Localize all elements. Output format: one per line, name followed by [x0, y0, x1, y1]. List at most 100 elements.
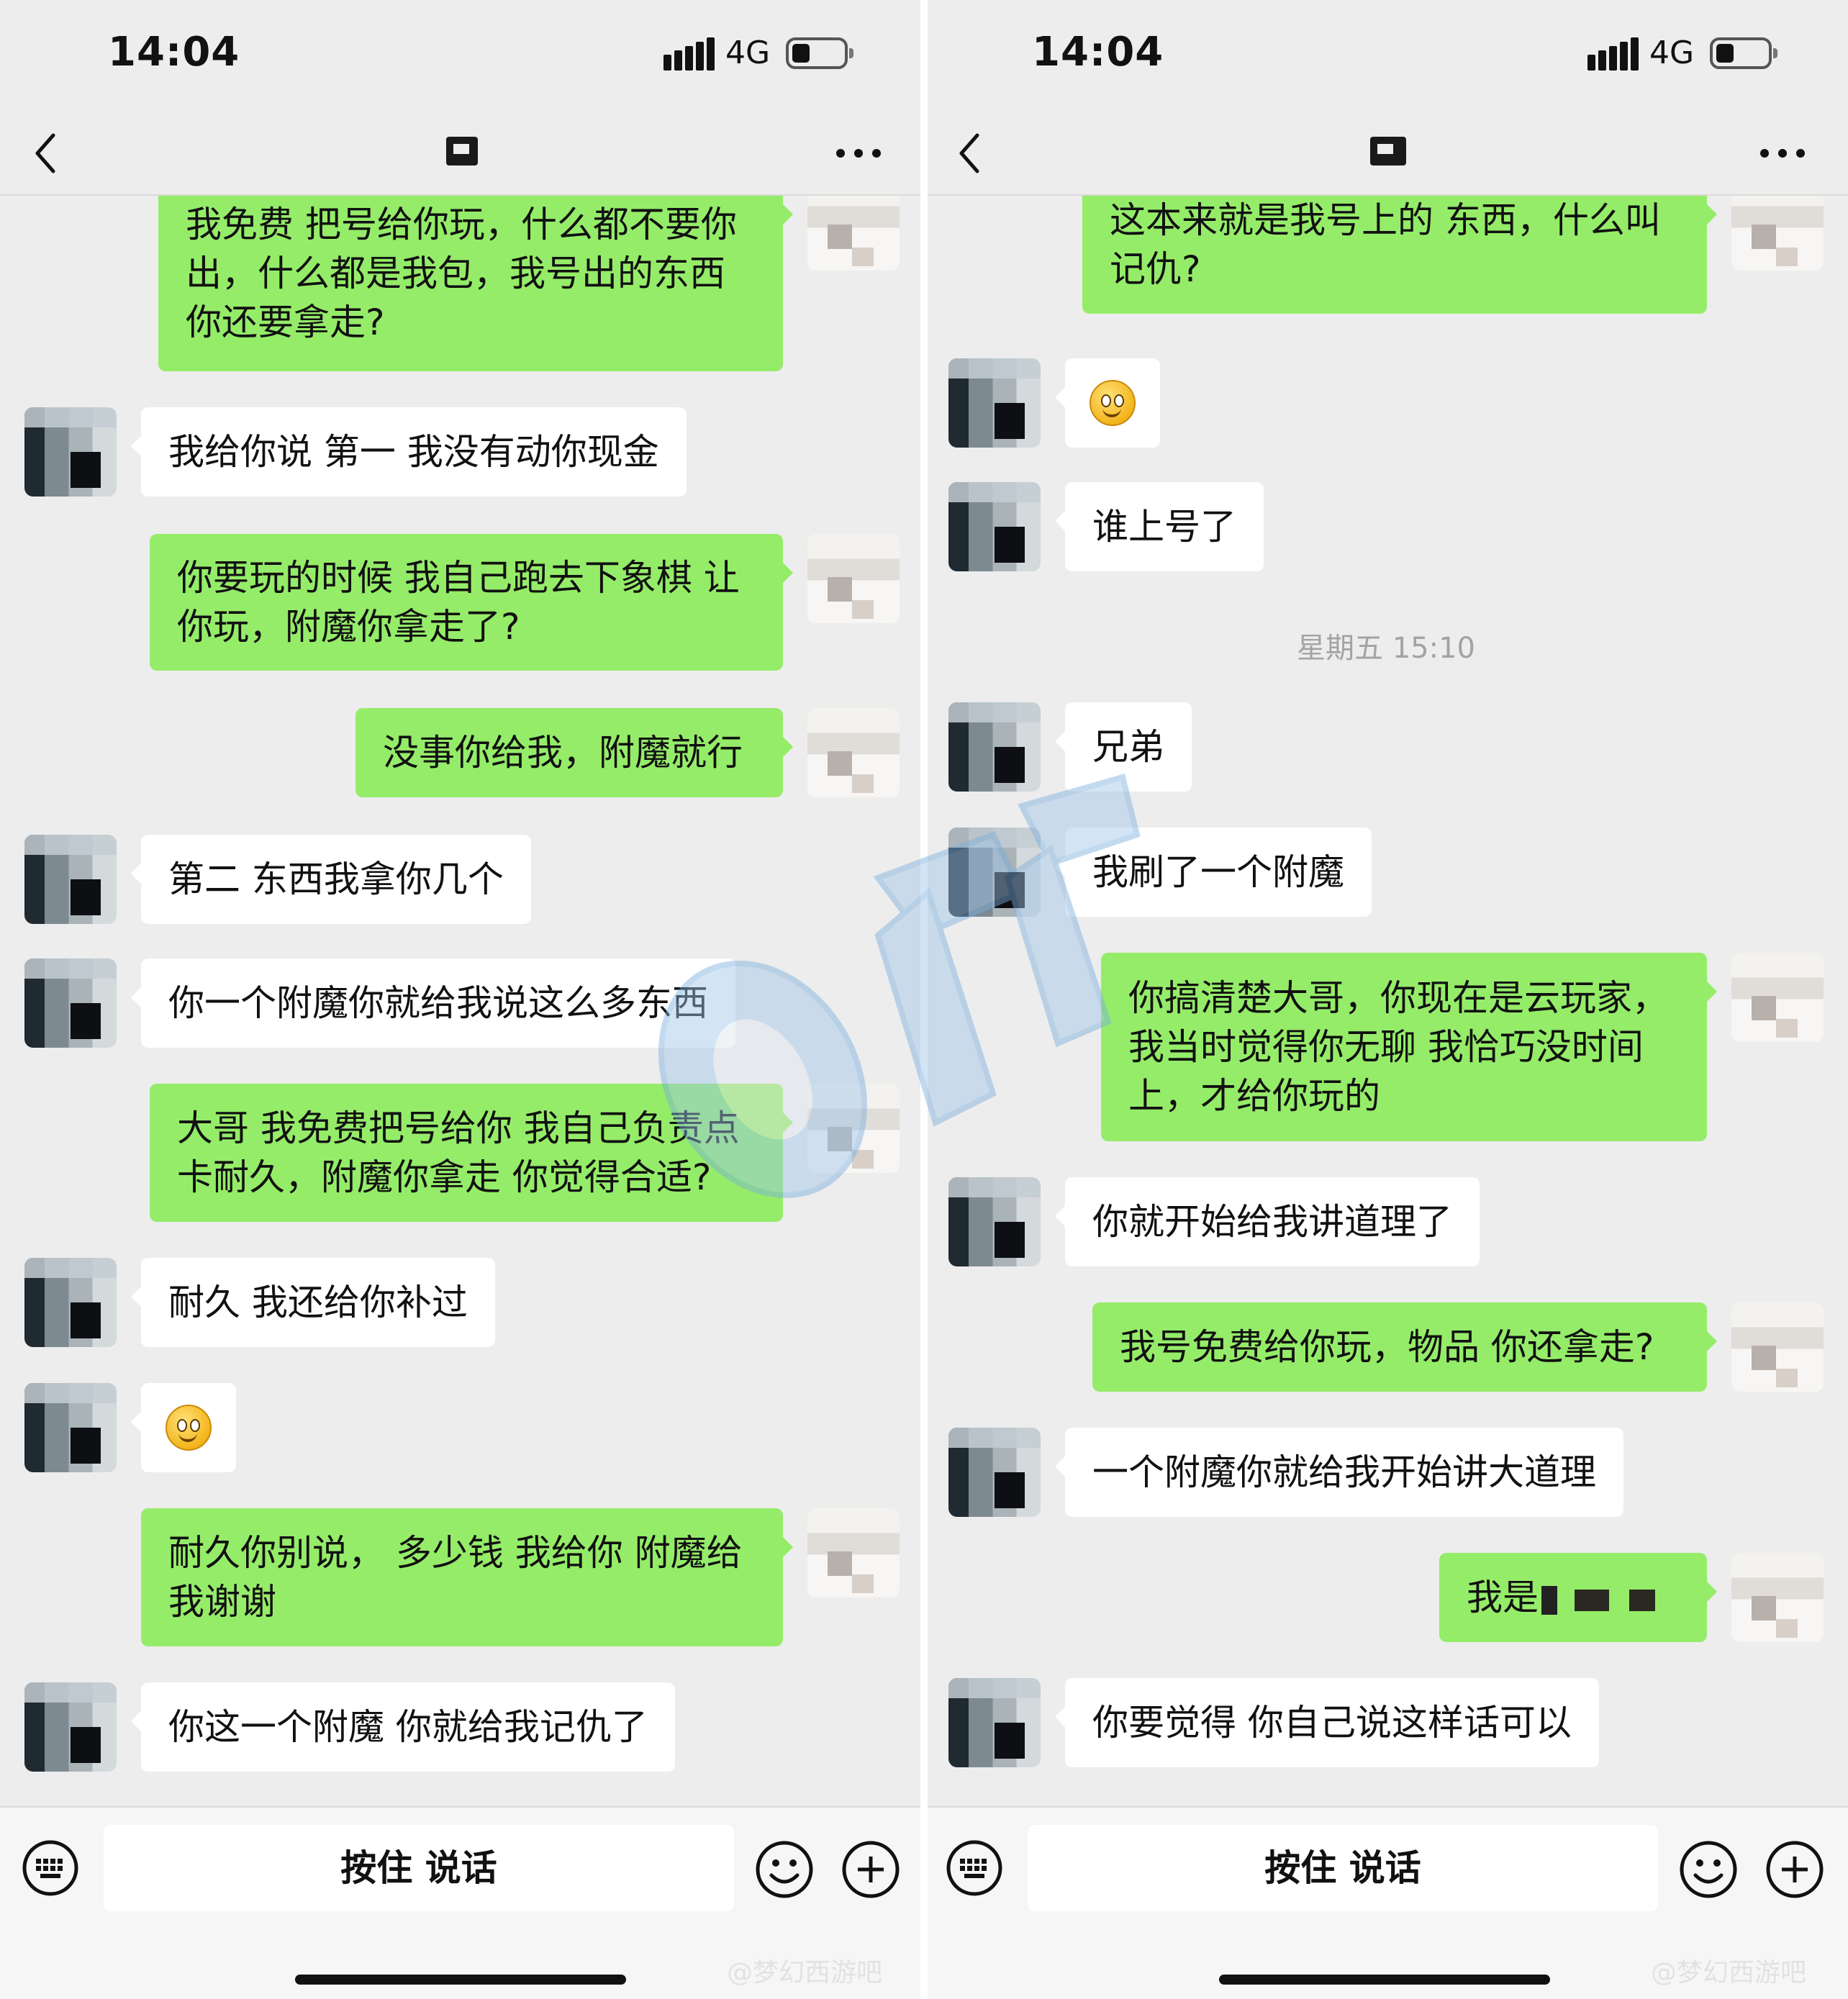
home-indicator [295, 1975, 626, 1985]
avatar-contact[interactable] [24, 835, 117, 924]
avatar-self[interactable] [1731, 1302, 1824, 1392]
message-bubble-received[interactable]: 你就开始给我讲道理了 [1055, 1177, 1480, 1266]
redacted-name-block [1575, 1589, 1609, 1611]
message-bubble-sent[interactable]: 没事你给我，附魔就行 [355, 708, 793, 797]
smiley-emoji [166, 1405, 212, 1451]
chat-title-redacted [446, 137, 478, 166]
nav-bar [0, 115, 924, 196]
weibo-watermark: @梦幻西游吧 [1651, 1958, 1807, 1987]
avatar-contact[interactable] [948, 482, 1041, 571]
avatar-self[interactable] [807, 1084, 900, 1173]
avatar-self[interactable] [807, 1508, 900, 1597]
message-text: 你要觉得 你自己说这样话可以 [1092, 1702, 1572, 1744]
avatar-contact[interactable] [24, 1383, 117, 1472]
battery-icon [1710, 37, 1777, 69]
message-bubble-received[interactable]: 你这一个附魔 你就给我记仇了 [131, 1682, 675, 1772]
avatar-self[interactable] [1731, 953, 1824, 1042]
plus-icon[interactable] [1765, 1839, 1825, 1900]
message-timestamp: 星期五 15:10 [1297, 632, 1475, 665]
message-text: 这本来就是我号上的 东西，什么叫记仇? [1110, 199, 1661, 290]
message-bubble-received[interactable] [131, 1383, 236, 1472]
emoji-icon[interactable] [754, 1839, 815, 1900]
message-bubble-received[interactable]: 兄弟 [1055, 702, 1192, 792]
avatar-contact[interactable] [948, 828, 1041, 917]
signal-icon [663, 37, 715, 71]
message-bubble-received[interactable] [1055, 358, 1160, 448]
redacted-name-block [1541, 1585, 1557, 1615]
message-bubble-received[interactable]: 你要觉得 你自己说这样话可以 [1055, 1678, 1599, 1767]
status-time: 14:04 [1032, 29, 1164, 76]
message-bubble-sent[interactable]: 我免费 把号给你玩，什么都不要你出，什么都是我包，我号出的东西你还要拿走? [158, 196, 793, 371]
message-text: 第二 东西我拿你几个 [168, 858, 504, 900]
message-text: 耐久 我还给你补过 [168, 1282, 468, 1323]
message-bubble-sent[interactable]: 大哥 我免费把号给你 我自己负责点卡耐久，附魔你拿走 你觉得合适? [150, 1084, 793, 1222]
message-bubble-received[interactable]: 一个附魔你就给我开始讲大道理 [1055, 1428, 1623, 1517]
hold-to-talk-button[interactable]: 按住 说话 [104, 1825, 734, 1911]
message-list[interactable]: 我免费 把号给你玩，什么都不要你出，什么都是我包，我号出的东西你还要拿走? 我给… [0, 196, 924, 1808]
more-dots-icon[interactable] [1757, 135, 1808, 171]
avatar-contact[interactable] [948, 1428, 1041, 1517]
message-bubble-sent[interactable]: 你要玩的时候 我自己跑去下象棋 让你玩，附魔你拿走了? [150, 534, 793, 671]
chat-screen-left: 14:04 4G 我免费 把号给你玩，什么都不要你出，什么都是我包，我号出的东西… [0, 0, 924, 1999]
message-text: 没事你给我，附魔就行 [383, 732, 743, 774]
message-bubble-received[interactable]: 我刷了一个附魔 [1055, 828, 1372, 917]
avatar-contact[interactable] [948, 358, 1041, 448]
message-text: 大哥 我免费把号给你 我自己负责点卡耐久，附魔你拿走 你觉得合适? [177, 1107, 740, 1198]
message-text: 我免费 把号给你玩，什么都不要你出，什么都是我包，我号出的东西你还要拿走? [186, 204, 737, 343]
avatar-contact[interactable] [24, 1258, 117, 1347]
avatar-contact[interactable] [948, 1678, 1041, 1767]
keyboard-icon[interactable] [22, 1839, 79, 1897]
message-text: 你这一个附魔 你就给我记仇了 [168, 1706, 648, 1748]
message-bubble-received[interactable]: 第二 东西我拿你几个 [131, 835, 531, 924]
message-text: 一个附魔你就给我开始讲大道理 [1092, 1451, 1596, 1493]
network-type: 4G [1649, 35, 1695, 71]
message-text: 你要玩的时候 我自己跑去下象棋 让你玩，附魔你拿走了? [177, 557, 740, 648]
message-text: 我给你说 第一 我没有动你现金 [168, 431, 659, 473]
message-text: 你搞清楚大哥，你现在是云玩家，我当时觉得你无聊 我恰巧没时间上，才给你玩的 [1128, 977, 1668, 1117]
status-time: 14:04 [108, 29, 240, 76]
battery-icon [786, 37, 853, 69]
message-bubble-received[interactable]: 耐久 我还给你补过 [131, 1258, 495, 1347]
emoji-icon[interactable] [1678, 1839, 1739, 1900]
signal-icon [1587, 37, 1639, 71]
back-chevron-icon[interactable] [32, 128, 60, 178]
nav-bar [924, 115, 1848, 196]
avatar-contact[interactable] [24, 1682, 117, 1772]
avatar-self[interactable] [1731, 196, 1824, 271]
message-text: 我号免费给你玩，物品 你还拿走? [1120, 1326, 1654, 1368]
avatar-contact[interactable] [948, 1177, 1041, 1266]
message-bubble-sent[interactable]: 你搞清楚大哥，你现在是云玩家，我当时觉得你无聊 我恰巧没时间上，才给你玩的 [1101, 953, 1717, 1141]
avatar-self[interactable] [807, 708, 900, 797]
plus-icon[interactable] [841, 1839, 901, 1900]
message-text: 你就开始给我讲道理了 [1092, 1201, 1452, 1243]
message-bubble-sent[interactable]: 这本来就是我号上的 东西，什么叫记仇? [1082, 196, 1717, 314]
avatar-contact[interactable] [948, 702, 1041, 792]
more-dots-icon[interactable] [833, 135, 884, 171]
avatar-self[interactable] [807, 196, 900, 271]
message-text: 你一个附魔你就给我说这么多东西 [168, 982, 708, 1024]
message-bubble-received[interactable]: 谁上号了 [1055, 482, 1264, 571]
message-text: 我刷了一个附魔 [1092, 851, 1344, 893]
avatar-self[interactable] [807, 534, 900, 623]
keyboard-icon[interactable] [946, 1839, 1003, 1897]
message-text: 我是 [1467, 1577, 1539, 1618]
back-chevron-icon[interactable] [956, 128, 984, 178]
message-bubble-received[interactable]: 我给你说 第一 我没有动你现金 [131, 407, 687, 497]
message-text: 兄弟 [1092, 726, 1164, 768]
message-bubble-sent[interactable]: 我是 [1439, 1553, 1717, 1642]
message-bubble-received[interactable]: 你一个附魔你就给我说这么多东西 [131, 958, 735, 1048]
message-bubble-sent[interactable]: 耐久你别说， 多少钱 我给你 附魔给我谢谢 [141, 1508, 793, 1646]
avatar-self[interactable] [1731, 1553, 1824, 1642]
chat-screen-right: 14:04 4G 这本来就是我号上的 东西，什么叫记仇? 谁上号了 星期五 15… [924, 0, 1848, 1999]
hold-to-talk-button[interactable]: 按住 说话 [1028, 1825, 1658, 1911]
status-bar: 14:04 4G [924, 0, 1848, 115]
weibo-watermark: @梦幻西游吧 [727, 1958, 883, 1987]
home-indicator [1219, 1975, 1550, 1985]
network-type: 4G [725, 35, 771, 71]
avatar-contact[interactable] [24, 407, 117, 497]
message-list[interactable]: 这本来就是我号上的 东西，什么叫记仇? 谁上号了 星期五 15:10 兄弟 我刷… [924, 196, 1848, 1808]
status-bar: 14:04 4G [0, 0, 924, 115]
avatar-contact[interactable] [24, 958, 117, 1048]
message-bubble-sent[interactable]: 我号免费给你玩，物品 你还拿走? [1092, 1302, 1717, 1392]
redacted-name-block [1629, 1589, 1655, 1611]
